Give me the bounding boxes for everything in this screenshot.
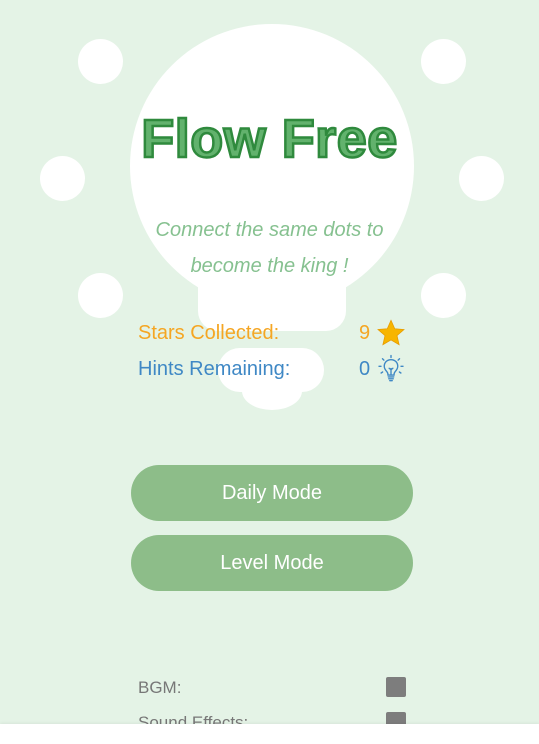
stars-collected-row: Stars Collected: 9 <box>138 318 408 350</box>
hints-remaining-row: Hints Remaining: 0 <box>138 354 408 386</box>
bgm-label: BGM: <box>138 678 182 697</box>
app-title: Flow Free <box>140 108 399 171</box>
stars-value: 9 <box>359 322 371 344</box>
hints-value: 0 <box>359 358 371 380</box>
lightbulb-icon <box>378 354 404 382</box>
level-mode-button[interactable]: Level Mode <box>131 535 413 591</box>
bgm-toggle[interactable] <box>386 677 406 697</box>
ray-dot-bottom-right <box>421 273 466 318</box>
stars-label: Stars Collected: <box>138 322 280 344</box>
app-subtitle: Connect the same dots to become the king… <box>155 219 384 277</box>
star-icon <box>377 319 405 346</box>
bottom-edge-bar <box>0 724 539 744</box>
ray-dot-top-right <box>421 39 466 84</box>
ray-dot-top-left <box>78 39 123 84</box>
hints-label: Hints Remaining: <box>138 358 291 380</box>
daily-mode-button[interactable]: Daily Mode <box>131 465 413 521</box>
ray-dot-bottom-left <box>78 273 123 318</box>
